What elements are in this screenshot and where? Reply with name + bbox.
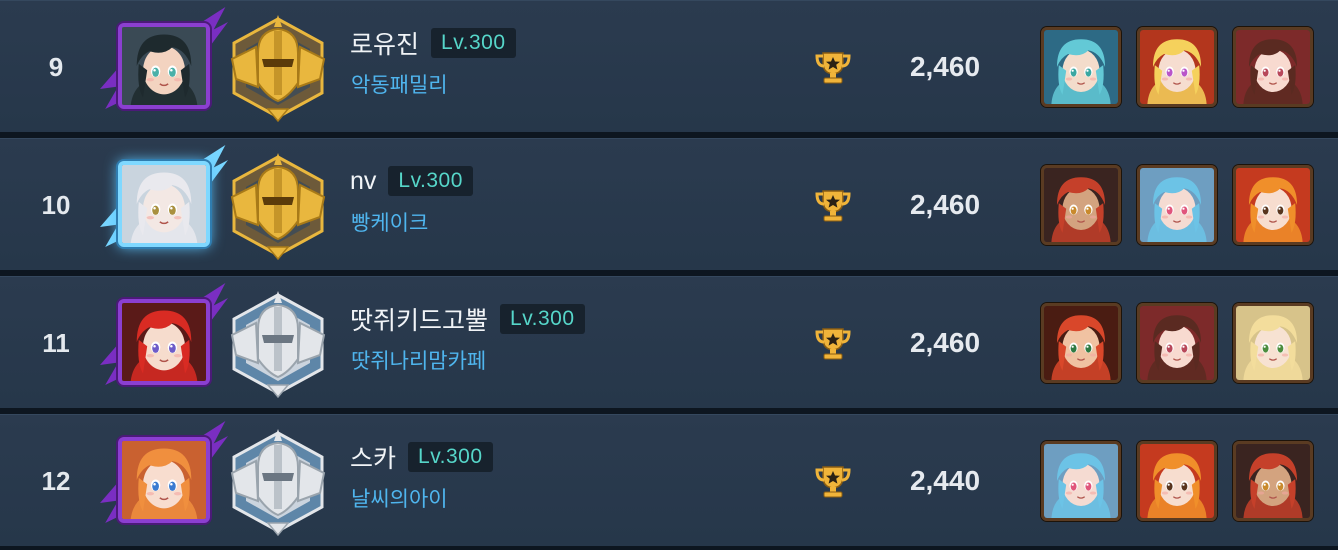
player-portrait — [122, 165, 206, 243]
level-badge: Lv.300 — [388, 166, 473, 196]
hero-portrait-blonde-icon — [1140, 30, 1214, 104]
trophy-icon — [814, 187, 852, 225]
level-badge: Lv.300 — [408, 442, 493, 472]
gold-rank-emblem-icon — [230, 153, 326, 261]
player-name[interactable]: nv — [350, 167, 376, 196]
hero-portrait-blue-icon — [1140, 168, 1214, 242]
hero-card[interactable] — [1137, 441, 1217, 521]
player-portrait — [122, 303, 206, 381]
trophy-score: 2,460 — [909, 327, 981, 358]
hero-card[interactable] — [1137, 165, 1217, 245]
rank-emblem — [222, 147, 334, 263]
hero-card[interactable] — [1233, 27, 1313, 107]
guild-name[interactable]: 악동패밀리 — [351, 69, 448, 99]
gold-rank-emblem-icon — [230, 15, 326, 123]
player-portrait — [122, 441, 206, 519]
guild-name[interactable]: 빵케이크 — [351, 207, 428, 237]
guild-name[interactable]: 날씨의아이 — [351, 483, 448, 513]
hero-team — [1041, 27, 1313, 107]
rank-number: 10 — [41, 190, 71, 220]
hero-portrait-orange-icon — [1140, 444, 1214, 518]
avatar-frame — [118, 161, 210, 247]
silver-rank-emblem-icon — [230, 291, 326, 399]
trophy-icon — [814, 325, 852, 363]
hero-card[interactable] — [1233, 441, 1313, 521]
hero-portrait-redhead-icon — [1044, 306, 1118, 380]
hero-team — [1041, 303, 1313, 383]
player-name-line: 로유진 Lv.300 — [350, 25, 516, 61]
hero-card[interactable] — [1041, 165, 1121, 245]
trophy-icon — [814, 49, 852, 87]
ranking-board: 9 로유진 Lv.300 악동패밀리 2,460 10 nv Lv.300 빵케… — [0, 0, 1338, 550]
rank-emblem — [222, 285, 334, 401]
hero-card[interactable] — [1137, 303, 1217, 383]
hero-card[interactable] — [1137, 27, 1217, 107]
player-name[interactable]: 스카 — [350, 439, 396, 475]
avatar-frame — [118, 23, 210, 109]
level-badge: Lv.300 — [431, 28, 516, 58]
trophy-score: 2,440 — [909, 465, 981, 496]
player-name-line: 땃쥐키드고뿔 Lv.300 — [350, 301, 585, 337]
player-avatar[interactable] — [100, 421, 228, 523]
ranking-row[interactable]: 9 로유진 Lv.300 악동패밀리 2,460 — [0, 0, 1338, 132]
trophy-score: 2,460 — [909, 189, 981, 220]
hero-team — [1041, 165, 1313, 245]
guild-name[interactable]: 땃쥐나리맘카페 — [351, 345, 486, 375]
player-name-line: 스카 Lv.300 — [350, 439, 493, 475]
player-portrait — [122, 27, 206, 105]
rank-number: 12 — [41, 466, 71, 496]
player-name[interactable]: 땃쥐키드고뿔 — [350, 301, 488, 337]
trophy-icon — [814, 463, 852, 501]
player-avatar[interactable] — [100, 7, 228, 109]
player-name[interactable]: 로유진 — [350, 25, 419, 61]
hero-card[interactable] — [1041, 303, 1121, 383]
hero-card[interactable] — [1233, 165, 1313, 245]
hero-portrait-maid-icon — [1140, 306, 1214, 380]
silver-rank-emblem-icon — [230, 429, 326, 537]
hero-portrait-elf-icon — [1236, 306, 1310, 380]
rank-number: 9 — [48, 52, 64, 82]
player-name-line: nv Lv.300 — [350, 163, 473, 199]
hero-card[interactable] — [1041, 27, 1121, 107]
rank-number: 11 — [42, 328, 70, 358]
ranking-row[interactable]: 11 땃쥐키드고뿔 Lv.300 땃쥐나리맘카페 2,460 — [0, 276, 1338, 408]
level-badge: Lv.300 — [500, 304, 585, 334]
hero-portrait-orange-icon — [1236, 168, 1310, 242]
hero-portrait-pirate-icon — [1236, 444, 1310, 518]
hero-card[interactable] — [1233, 303, 1313, 383]
hero-team — [1041, 441, 1313, 521]
avatar-frame — [118, 437, 210, 523]
ranking-row[interactable]: 10 nv Lv.300 빵케이크 2,460 — [0, 138, 1338, 270]
player-avatar[interactable] — [100, 283, 228, 385]
hero-portrait-maid-icon — [1236, 30, 1310, 104]
ranking-row[interactable]: 12 스카 Lv.300 날씨의아이 2,440 — [0, 414, 1338, 546]
trophy-score: 2,460 — [909, 51, 981, 82]
rank-emblem — [222, 423, 334, 539]
hero-portrait-blue-icon — [1044, 444, 1118, 518]
player-avatar[interactable] — [100, 145, 228, 247]
hero-card[interactable] — [1041, 441, 1121, 521]
hero-portrait-teal-icon — [1044, 30, 1118, 104]
avatar-frame — [118, 299, 210, 385]
hero-portrait-pirate-icon — [1044, 168, 1118, 242]
rank-emblem — [222, 9, 334, 125]
